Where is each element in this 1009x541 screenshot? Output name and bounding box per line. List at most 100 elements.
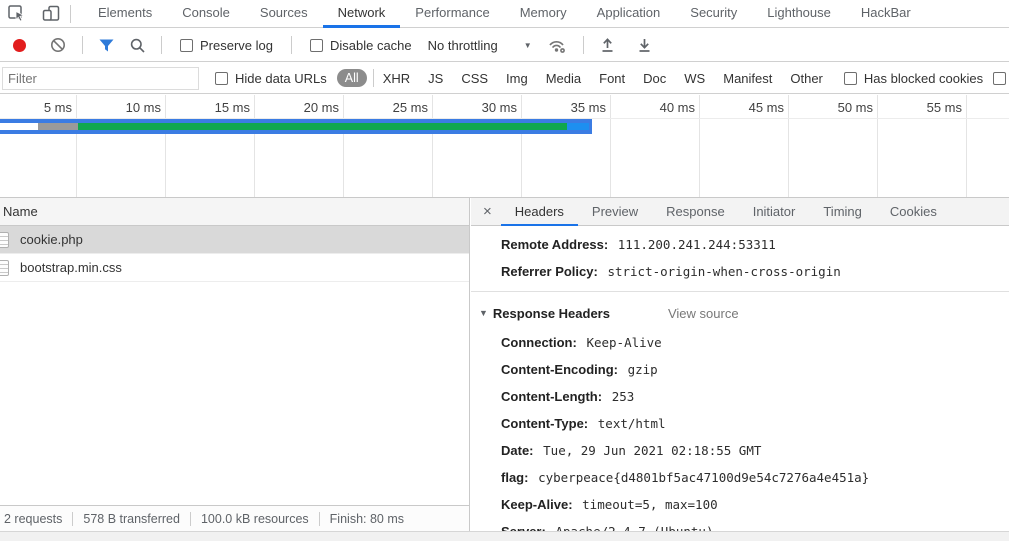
tab-elements[interactable]: Elements	[83, 0, 167, 28]
tab-cookies[interactable]: Cookies	[876, 198, 951, 226]
tabbar-divider	[70, 4, 71, 23]
file-document-icon	[0, 259, 9, 276]
header-label: Content-Length:	[501, 389, 603, 404]
header-label: Referrer Policy:	[501, 264, 598, 279]
filter-type-doc[interactable]: Doc	[634, 71, 675, 86]
hide-data-urls-label: Hide data URLs	[235, 70, 327, 86]
device-toolbar-icon[interactable]	[42, 5, 60, 22]
details-tabbar: × Headers Preview Response Initiator Tim…	[471, 198, 1009, 226]
timeline-tick: 50 ms	[837, 100, 873, 115]
tab-security[interactable]: Security	[675, 0, 752, 28]
triangle-expanded-icon[interactable]: ▼	[479, 304, 488, 323]
waterfall-overview-bar[interactable]	[0, 119, 592, 134]
has-blocked-cookies-checkbox[interactable]	[843, 71, 857, 85]
header-value: 253	[611, 389, 635, 404]
filter-type-font[interactable]: Font	[590, 71, 634, 86]
hide-data-urls-checkbox[interactable]	[215, 71, 228, 85]
network-toolbar: Preserve log Disable cache No throttling…	[0, 29, 1009, 62]
tab-timing[interactable]: Timing	[809, 198, 876, 226]
section-title: Response Headers	[492, 306, 610, 321]
name-column-header[interactable]: Name	[0, 198, 469, 226]
overview-segment-stalled	[38, 123, 78, 130]
response-header-row: Content-Length: 253	[471, 383, 1009, 410]
timeline-tick: 40 ms	[659, 100, 695, 115]
summary-requests-count: 2 requests	[4, 511, 63, 526]
overview-segment-waiting	[567, 123, 589, 130]
response-header-row: Keep-Alive: timeout=5, max=100	[471, 491, 1009, 518]
tab-sources[interactable]: Sources	[245, 0, 323, 28]
clear-icon[interactable]	[50, 37, 66, 53]
tab-headers[interactable]: Headers	[501, 198, 578, 226]
preserve-log-checkbox[interactable]	[180, 38, 193, 52]
requests-panel: Name cookie.php bootstrap.min.css 2 requ…	[0, 198, 470, 531]
request-row-bootstrap-css[interactable]: bootstrap.min.css	[0, 254, 469, 282]
header-label: Keep-Alive:	[501, 497, 573, 512]
timeline-overview[interactable]: 5 ms 10 ms 15 ms 20 ms 25 ms 30 ms 35 ms…	[0, 95, 1009, 198]
record-icon[interactable]	[13, 38, 26, 52]
header-value: strict-origin-when-cross-origin	[607, 264, 841, 279]
network-summary-bar: 2 requests 578 B transferred 100.0 kB re…	[0, 505, 469, 531]
filter-type-other[interactable]: Other	[781, 71, 832, 86]
header-value: Tue, 29 Jun 2021 02:18:55 GMT	[543, 443, 762, 458]
response-headers-section[interactable]: ▼ Response Headers View source	[471, 298, 1009, 329]
response-header-row: Date: Tue, 29 Jun 2021 02:18:55 GMT	[471, 437, 1009, 464]
throttling-select[interactable]: No throttling ▼	[428, 38, 532, 53]
blocked-requests-checkbox[interactable]	[993, 71, 1007, 85]
tab-application[interactable]: Application	[582, 0, 676, 28]
filter-type-css[interactable]: CSS	[452, 71, 497, 86]
has-blocked-cookies-label: Has blocked cookies	[863, 70, 984, 86]
timeline-tick: 5 ms	[43, 100, 72, 115]
tab-network[interactable]: Network	[323, 0, 401, 28]
header-value: cyberpeace{d4801bf5ac47100d9e54c7276a4e4…	[538, 470, 870, 485]
filter-input[interactable]	[2, 66, 199, 90]
import-har-icon[interactable]	[600, 37, 615, 53]
timeline-tick: 20 ms	[303, 100, 339, 115]
header-label: flag:	[501, 470, 529, 485]
timeline-tick: 55 ms	[926, 100, 962, 115]
tab-initiator[interactable]: Initiator	[739, 198, 810, 226]
response-header-row: Connection: Keep-Alive	[471, 329, 1009, 356]
has-blocked-cookies-group: Has blocked cookies	[843, 70, 984, 86]
timeline-tick: 15 ms	[214, 100, 250, 115]
filter-type-img[interactable]: Img	[497, 71, 537, 86]
filter-pill-all[interactable]: All	[336, 69, 367, 87]
export-har-icon[interactable]	[637, 37, 652, 53]
response-header-row-flag: flag: cyberpeace{d4801bf5ac47100d9e54c72…	[471, 464, 1009, 491]
tab-memory[interactable]: Memory	[505, 0, 582, 28]
disable-cache-checkbox[interactable]	[309, 38, 323, 52]
tab-lighthouse[interactable]: Lighthouse	[752, 0, 846, 28]
summary-resources: 100.0 kB resources	[200, 511, 309, 526]
tab-console[interactable]: Console	[167, 0, 245, 28]
tab-response[interactable]: Response	[652, 198, 739, 226]
network-conditions-icon[interactable]	[548, 37, 567, 54]
header-label: Content-Type:	[501, 416, 589, 431]
throttling-value: No throttling	[427, 37, 498, 53]
search-icon[interactable]	[130, 38, 145, 53]
filter-type-media[interactable]: Media	[537, 71, 590, 86]
request-row-cookie-php[interactable]: cookie.php	[0, 226, 469, 254]
request-name: cookie.php	[20, 232, 83, 247]
view-source-link[interactable]: View source	[668, 304, 739, 323]
inspect-element-icon[interactable]	[8, 5, 26, 22]
header-label: Server:	[501, 524, 546, 531]
close-icon[interactable]: ×	[471, 199, 501, 225]
hide-data-urls-group: Hide data URLs	[215, 71, 327, 86]
summary-transferred: 578 B transferred	[83, 511, 180, 526]
filter-type-xhr[interactable]: XHR	[374, 71, 419, 86]
overview-segment-queueing	[0, 123, 38, 130]
filter-type-js[interactable]: JS	[419, 71, 452, 86]
header-value: gzip	[627, 362, 658, 377]
tab-preview[interactable]: Preview	[578, 198, 652, 226]
response-header-row: Content-Type: text/html	[471, 410, 1009, 437]
filter-type-manifest[interactable]: Manifest	[714, 71, 781, 86]
filter-icon[interactable]	[99, 39, 114, 52]
tab-performance[interactable]: Performance	[400, 0, 504, 28]
preserve-log-label: Preserve log	[200, 37, 273, 53]
filter-type-ws[interactable]: WS	[675, 71, 714, 86]
headers-content: Remote Address: 111.200.241.244:53311 Re…	[471, 226, 1009, 531]
request-name: bootstrap.min.css	[20, 260, 122, 275]
header-label: Remote Address:	[501, 237, 609, 252]
tab-hackbar[interactable]: HackBar	[846, 0, 926, 28]
general-row-referrer-policy: Referrer Policy: strict-origin-when-cros…	[471, 258, 1009, 285]
disable-cache-label: Disable cache	[329, 37, 412, 53]
